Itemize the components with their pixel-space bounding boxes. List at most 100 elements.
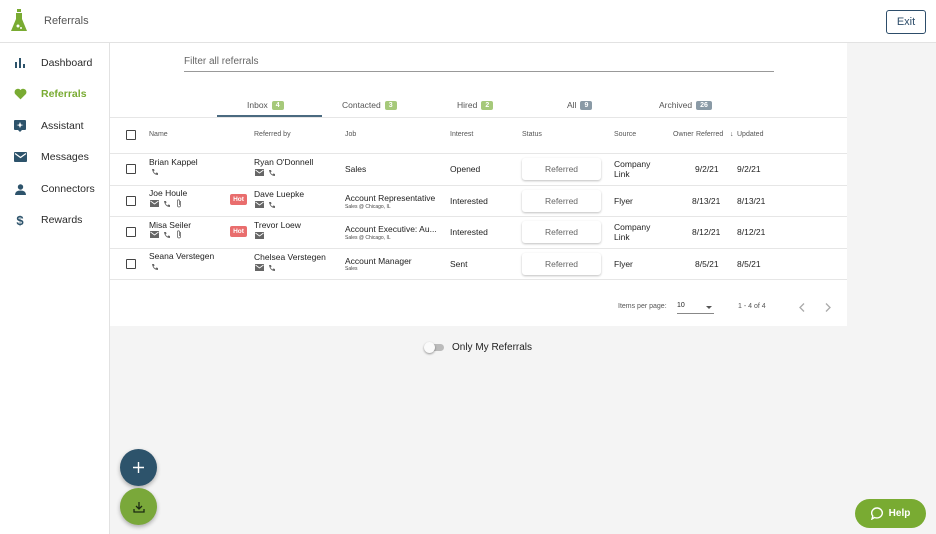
- mail-icon[interactable]: [255, 231, 264, 240]
- referrer-contact-icons: [255, 168, 276, 177]
- chevron-left-icon: [799, 302, 805, 312]
- assistant-icon: [13, 119, 27, 133]
- tab-label: Inbox: [247, 100, 268, 110]
- phone-icon[interactable]: [162, 199, 171, 208]
- column-header-updated[interactable]: Updated: [737, 131, 763, 138]
- phone-icon[interactable]: [267, 263, 276, 272]
- items-per-page-value: 10: [677, 302, 685, 309]
- job-location: Sales @ Chicago, IL: [345, 204, 391, 210]
- column-header-referred[interactable]: Referred: [696, 131, 723, 138]
- items-per-page-select[interactable]: 10: [677, 302, 714, 314]
- referrer-name[interactable]: Trevor Loew: [254, 220, 301, 230]
- mail-icon[interactable]: [255, 168, 264, 177]
- phone-icon[interactable]: [267, 200, 276, 209]
- source-value: Flyer: [614, 196, 633, 206]
- tab-contacted[interactable]: Contacted 3: [342, 95, 397, 115]
- sidebar-item-connectors[interactable]: Connectors: [0, 178, 110, 200]
- column-header-referred-by[interactable]: Referred by: [254, 131, 291, 138]
- chat-bubble-icon: [870, 507, 883, 520]
- phone-icon[interactable]: [267, 168, 276, 177]
- filter-input[interactable]: Filter all referrals: [184, 56, 258, 67]
- row-checkbox[interactable]: [126, 259, 136, 269]
- referrer-contact-icons: [255, 231, 264, 240]
- candidate-name[interactable]: Brian Kappel: [149, 157, 198, 167]
- tab-count-badge: 26: [696, 100, 712, 110]
- row-divider: [110, 153, 847, 154]
- sidebar-item-dashboard[interactable]: Dashboard: [0, 52, 110, 74]
- candidate-name[interactable]: Joe Houle: [149, 188, 187, 198]
- heart-icon: [13, 87, 27, 101]
- mail-icon[interactable]: [150, 230, 159, 239]
- sort-arrow-icon[interactable]: ↓: [730, 131, 734, 138]
- only-my-referrals-label[interactable]: Only My Referrals: [452, 342, 532, 353]
- tab-count-badge: 3: [384, 100, 397, 110]
- sidebar-item-referrals[interactable]: Referrals: [0, 83, 110, 105]
- tab-archived[interactable]: Archived 26: [659, 95, 712, 115]
- row-divider: [110, 216, 847, 217]
- source-value: Company Link: [614, 222, 651, 242]
- only-my-referrals-toggle[interactable]: [424, 342, 446, 353]
- status-button[interactable]: Referred: [522, 190, 601, 212]
- previous-page-button[interactable]: [795, 300, 809, 314]
- select-all-checkbox[interactable]: [126, 130, 136, 140]
- tab-all[interactable]: All 9: [567, 95, 593, 115]
- add-referral-button[interactable]: [120, 449, 157, 486]
- attachment-icon[interactable]: [174, 230, 183, 239]
- tab-inbox[interactable]: Inbox 4: [247, 95, 284, 115]
- next-page-button[interactable]: [821, 300, 835, 314]
- job-title[interactable]: Account Manager: [345, 256, 412, 266]
- status-button[interactable]: Referred: [522, 221, 601, 243]
- status-button[interactable]: Referred: [522, 253, 601, 275]
- tab-count-badge: 4: [271, 100, 284, 110]
- column-header-owner[interactable]: Owner: [673, 131, 694, 138]
- sidebar-item-label: Messages: [41, 151, 89, 163]
- job-title[interactable]: Sales: [345, 164, 366, 174]
- referrer-name[interactable]: Dave Luepke: [254, 189, 304, 199]
- app-title: Referrals: [44, 15, 89, 27]
- referrer-contact-icons: [255, 200, 276, 209]
- column-header-status[interactable]: Status: [522, 131, 542, 138]
- column-header-interest[interactable]: Interest: [450, 131, 473, 138]
- status-button[interactable]: Referred: [522, 158, 601, 180]
- row-checkbox[interactable]: [126, 196, 136, 206]
- referred-date: 8/13/21: [692, 196, 721, 206]
- top-bar: Referrals Exit: [0, 0, 936, 43]
- dollar-icon: $: [16, 212, 24, 228]
- job-title[interactable]: Account Executive: Au...: [345, 224, 437, 234]
- referrer-name[interactable]: Chelsea Verstegen: [254, 252, 326, 262]
- row-divider: [110, 248, 847, 249]
- column-header-source[interactable]: Source: [614, 131, 636, 138]
- tab-hired[interactable]: Hired 2: [457, 95, 494, 115]
- contact-icons: [150, 167, 159, 176]
- person-icon: [13, 182, 27, 196]
- help-button[interactable]: Help: [855, 499, 926, 528]
- row-checkbox[interactable]: [126, 164, 136, 174]
- referrer-contact-icons: [255, 263, 276, 272]
- referrer-name[interactable]: Ryan O'Donnell: [254, 157, 313, 167]
- phone-icon[interactable]: [150, 262, 159, 271]
- column-header-name[interactable]: Name: [149, 131, 168, 138]
- job-location: Sales @ Chicago, IL: [345, 235, 391, 241]
- attachment-icon[interactable]: [174, 199, 183, 208]
- phone-icon[interactable]: [162, 230, 171, 239]
- candidate-name[interactable]: Seana Verstegen: [149, 251, 214, 261]
- sidebar-item-assistant[interactable]: Assistant: [0, 115, 110, 137]
- mail-icon[interactable]: [255, 263, 264, 272]
- row-checkbox[interactable]: [126, 227, 136, 237]
- mail-icon[interactable]: [150, 199, 159, 208]
- job-title[interactable]: Account Representative: [345, 193, 435, 203]
- sidebar-item-rewards[interactable]: $ Rewards: [0, 209, 110, 231]
- download-button[interactable]: [120, 488, 157, 525]
- interest-value: Sent: [450, 259, 468, 269]
- sidebar-item-messages[interactable]: Messages: [0, 146, 110, 168]
- updated-date: 8/12/21: [737, 227, 766, 237]
- phone-icon[interactable]: [150, 167, 159, 176]
- job-location: Sales: [345, 266, 358, 272]
- column-header-job[interactable]: Job: [345, 131, 356, 138]
- exit-button[interactable]: Exit: [886, 10, 926, 34]
- candidate-name[interactable]: Misa Seiler: [149, 220, 191, 230]
- mail-icon[interactable]: [255, 200, 264, 209]
- sidebar-item-label: Rewards: [41, 214, 83, 226]
- tab-count-badge: 9: [580, 100, 593, 110]
- hot-badge: Hot: [230, 226, 247, 237]
